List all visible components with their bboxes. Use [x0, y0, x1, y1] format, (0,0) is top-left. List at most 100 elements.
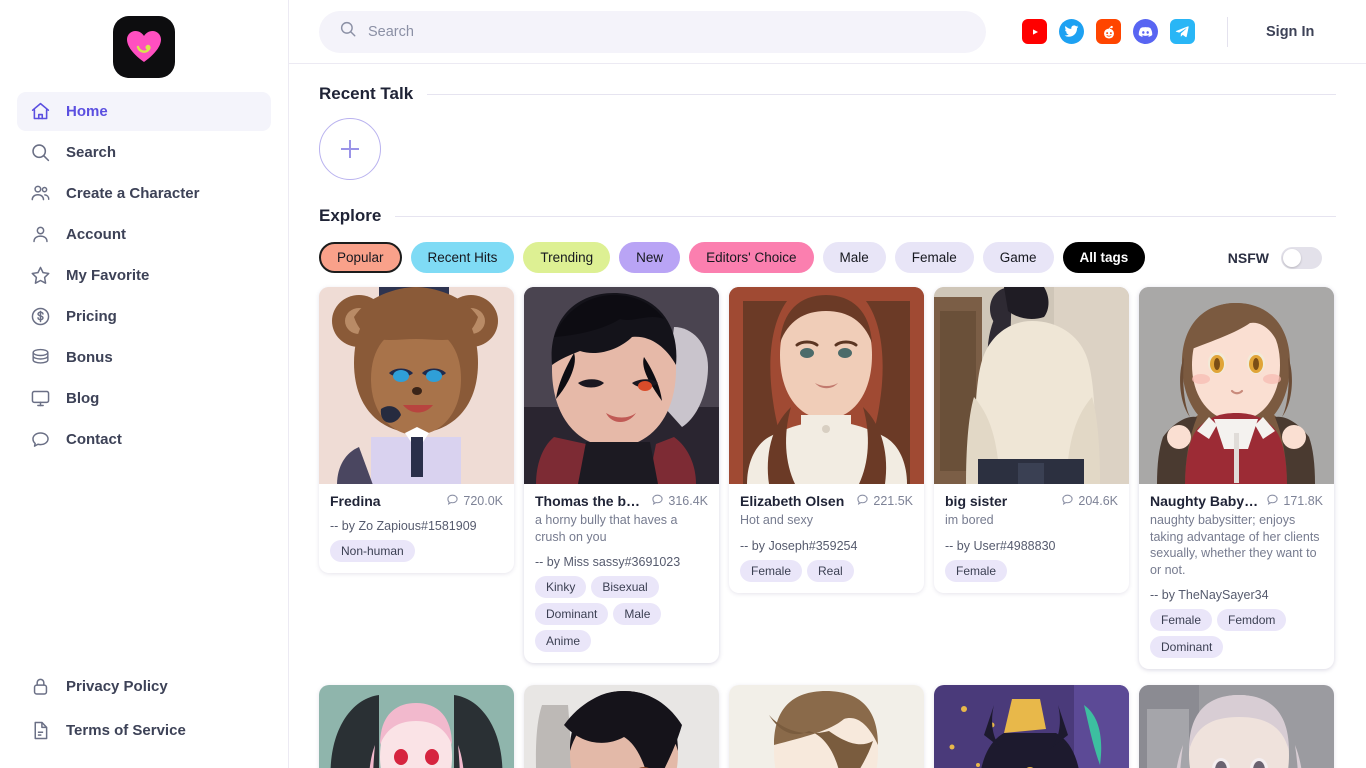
tag-new[interactable]: New [619, 242, 681, 273]
character-card[interactable]: Naughty Babysi... 171.8K naughty babysit… [1139, 287, 1334, 669]
sidebar-item-home[interactable]: Home [17, 92, 271, 131]
chat-count: 316.4K [651, 493, 708, 509]
chat-count: 171.8K [1266, 493, 1323, 509]
character-card[interactable]: big sister 204.6K im bored -- by User#49… [934, 287, 1129, 593]
sidebar-item-search[interactable]: Search [17, 133, 271, 172]
character-thumbnail [729, 287, 924, 484]
top-bar: Sign In [289, 0, 1366, 64]
character-name: big sister [945, 493, 1008, 509]
character-tag[interactable]: Kinky [535, 576, 587, 598]
character-description: naughty babysitter; enjoys taking advant… [1150, 513, 1320, 577]
character-name: Thomas the bully [535, 493, 646, 509]
sidebar-item-my-favorite[interactable]: My Favorite [17, 256, 271, 295]
chat-count: 221.5K [856, 493, 913, 509]
character-card[interactable]: Fredina 720.0K -- by Zo Zapious#1581909 [319, 287, 514, 573]
chat-bubble-icon [1266, 493, 1279, 509]
search-bar[interactable] [319, 10, 986, 53]
youtube-icon[interactable] [1022, 19, 1047, 44]
tag-popular[interactable]: Popular [319, 242, 402, 273]
character-tag[interactable]: Dominant [1150, 636, 1224, 658]
users-icon [29, 183, 51, 205]
nsfw-control: NSFW [1228, 246, 1336, 269]
card-header: big sister 204.6K [945, 493, 1118, 509]
recent-talk-title: Recent Talk [319, 84, 414, 103]
tag-all-tags[interactable]: All tags [1062, 242, 1146, 273]
sidebar-item-terms-of-service[interactable]: Terms of Service [17, 711, 271, 750]
star-icon [29, 265, 51, 287]
tag-label: Male [839, 250, 869, 265]
character-tag[interactable]: Real [807, 559, 854, 582]
tag-trending[interactable]: Trending [523, 242, 611, 273]
character-card[interactable] [524, 685, 719, 768]
character-tag[interactable]: Female [945, 559, 1008, 582]
chat-count-value: 171.8K [1283, 494, 1323, 508]
character-thumbnail [524, 287, 719, 484]
monitor-icon [29, 388, 51, 410]
sidebar-item-label: Privacy Policy [66, 678, 168, 695]
character-tags: Female Real [740, 559, 913, 582]
sidebar-item-privacy-policy[interactable]: Privacy Policy [17, 667, 271, 706]
character-name: Fredina [330, 493, 381, 509]
tag-game[interactable]: Game [982, 242, 1054, 273]
character-tag[interactable]: Anime [535, 630, 592, 652]
tag-female[interactable]: Female [894, 242, 974, 273]
chat-bubble-icon [446, 493, 459, 509]
heart-logo[interactable] [113, 16, 175, 78]
character-thumbnail [319, 685, 514, 768]
sidebar-item-create-a-character[interactable]: Create a Character [17, 174, 271, 213]
tag-editors-choice[interactable]: Editors' Choice [689, 242, 814, 273]
character-tag[interactable]: Dominant [535, 603, 609, 625]
character-card[interactable] [934, 685, 1129, 768]
tag-label: Editors' Choice [706, 250, 797, 265]
sidebar-item-label: Create a Character [66, 185, 200, 202]
sidebar-item-label: Pricing [66, 308, 117, 325]
character-tag[interactable]: Male [613, 603, 662, 625]
sidebar-item-bonus[interactable]: Bonus [17, 338, 271, 377]
sign-in-button[interactable]: Sign In [1256, 18, 1324, 46]
character-thumbnail [524, 685, 719, 768]
character-card[interactable] [729, 685, 924, 768]
reddit-icon[interactable] [1096, 19, 1121, 44]
character-card[interactable]: Thomas the bully 316.4K a horny bully th… [524, 287, 719, 663]
search-input[interactable] [368, 23, 966, 40]
chat-count-value: 316.4K [668, 494, 708, 508]
document-icon [29, 720, 51, 742]
character-tags: Kinky Bisexual Dominant Male Anime [535, 576, 708, 652]
tag-recent-hits[interactable]: Recent Hits [410, 242, 515, 273]
sidebar-item-label: Search [66, 144, 117, 161]
twitter-icon[interactable] [1059, 19, 1084, 44]
explore-header: Explore [319, 206, 1336, 226]
character-tag[interactable]: Female [740, 559, 803, 582]
telegram-icon[interactable] [1170, 19, 1195, 44]
sidebar-item-blog[interactable]: Blog [17, 379, 271, 418]
card-header: Fredina 720.0K [330, 493, 503, 509]
character-tag[interactable]: Femdom [1217, 609, 1287, 631]
character-name: Naughty Babysi... [1150, 493, 1261, 509]
character-tags: Female Femdom Dominant [1150, 609, 1323, 658]
logo-container[interactable] [0, 0, 288, 92]
character-tag[interactable]: Non-human [330, 540, 415, 562]
topbar-divider [1227, 16, 1228, 47]
tag-label: Recent Hits [427, 250, 498, 265]
sidebar-item-account[interactable]: Account [17, 215, 271, 254]
character-tag[interactable]: Female [1150, 609, 1213, 631]
character-card[interactable] [319, 685, 514, 768]
sidebar-item-pricing[interactable]: Pricing [17, 297, 271, 336]
character-card[interactable]: Elizabeth Olsen 221.5K Hot and sexy -- b… [729, 287, 924, 593]
sidebar-item-contact[interactable]: Contact [17, 420, 271, 459]
card-body: Thomas the bully 316.4K a horny bully th… [524, 484, 719, 663]
character-thumbnail [934, 287, 1129, 484]
main-area: Sign In Recent Talk Explore Popular [289, 0, 1366, 768]
card-header: Thomas the bully 316.4K [535, 493, 708, 509]
discord-icon[interactable] [1133, 19, 1158, 44]
chat-count: 720.0K [446, 493, 503, 509]
character-card[interactable] [1139, 685, 1334, 768]
tag-label: Game [999, 250, 1037, 265]
nsfw-toggle[interactable] [1281, 246, 1322, 269]
add-talk-button[interactable] [319, 118, 381, 180]
character-author: -- by TheNaySayer34 [1150, 588, 1269, 602]
tag-filter-row: Popular Recent Hits Trending New Editors… [319, 242, 1336, 273]
tag-male[interactable]: Male [822, 242, 886, 273]
social-links [1022, 19, 1195, 44]
character-tag[interactable]: Bisexual [591, 576, 659, 598]
